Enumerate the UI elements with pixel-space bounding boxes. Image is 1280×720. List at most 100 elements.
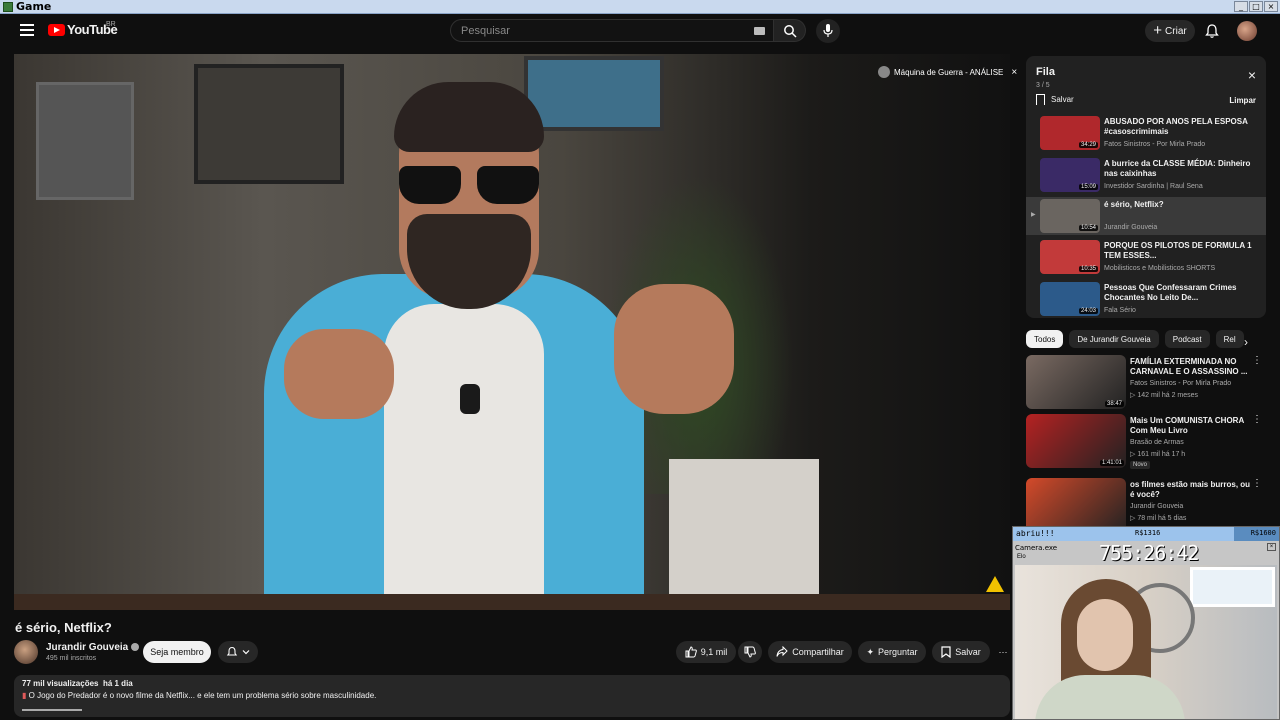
- recommendation-channel: Jurandir Gouveia: [1130, 503, 1184, 510]
- desk: [14, 594, 1010, 610]
- queue-item[interactable]: ▶ 10:54 é sério, Netflix? Jurandir Gouveia: [1026, 197, 1266, 235]
- queue-item[interactable]: 24:03 Pessoas Que Confessaram Crimes Choc…: [1026, 280, 1266, 318]
- queue-count: 3 / 5: [1036, 82, 1050, 89]
- account-avatar[interactable]: [1237, 21, 1257, 41]
- person-hand-right: [614, 284, 734, 414]
- menu-icon[interactable]: [20, 24, 34, 36]
- video-title: é sério, Netflix?: [15, 620, 112, 635]
- youtube-play-icon: [48, 23, 65, 36]
- notifications-bell-icon[interactable]: [1204, 23, 1220, 39]
- recommendation-item[interactable]: 1:41:01 Mais Um COMUNISTA CHORA Com Meu L…: [1026, 414, 1270, 472]
- save-button[interactable]: Salvar: [932, 641, 990, 663]
- chip[interactable]: Podcast: [1164, 330, 1210, 348]
- goal-current: R$1316: [1135, 529, 1161, 537]
- more-options-icon[interactable]: ⋮: [1252, 414, 1262, 425]
- person-hair: [394, 82, 544, 152]
- cabinet: [669, 459, 819, 599]
- channel-name[interactable]: Jurandir Gouveia: [46, 642, 140, 653]
- subscription-bell-button[interactable]: [218, 641, 258, 663]
- queue-item-title: é sério, Netflix?: [1104, 200, 1164, 209]
- recommendation-channel: Fatos Sinistros - Por Mirla Prado: [1130, 380, 1232, 387]
- sparkle-icon: ✦: [866, 646, 874, 657]
- webcam-feed: [1015, 565, 1277, 719]
- now-playing-icon: ▶: [1031, 212, 1036, 218]
- queue-close-icon[interactable]: ×: [1248, 68, 1256, 82]
- more-options-icon[interactable]: ⋮: [1252, 478, 1262, 489]
- queue-thumbnail: 15:09: [1040, 158, 1100, 192]
- queue-duration: 34:29: [1078, 142, 1098, 148]
- plus-icon: +: [1153, 22, 1163, 39]
- youtube-logo[interactable]: YouTube BR: [48, 21, 118, 37]
- queue-item-title: A burrice da CLASSE MÉDIA: Dinheiro nas …: [1104, 159, 1251, 178]
- queue-item[interactable]: 15:09 A burrice da CLASSE MÉDIA: Dinheiro…: [1026, 156, 1266, 194]
- create-label: Criar: [1165, 25, 1187, 37]
- close-window-button[interactable]: ×: [1264, 1, 1278, 12]
- stream-overlay: abriu!!! R$1316 R$1600 Camera.exe × Elo …: [1012, 526, 1280, 720]
- queue-item[interactable]: 34:29 ABUSADO POR ANOS PELA ESPOSA #casos…: [1026, 114, 1266, 152]
- search-placeholder: Pesquisar: [461, 24, 510, 37]
- join-button[interactable]: Seja membro: [143, 641, 211, 663]
- chip[interactable]: Todos: [1026, 330, 1064, 348]
- player-queue-indicator[interactable]: Máquina de Guerra - ANÁLISE ×: [878, 66, 1017, 78]
- more-options-icon[interactable]: ⋮: [1252, 355, 1262, 366]
- minimize-button[interactable]: _: [1234, 1, 1248, 12]
- dislike-button[interactable]: [738, 641, 762, 663]
- recommendation-channel: Brasão de Armas: [1130, 439, 1184, 446]
- channel-thumb-icon: [878, 66, 890, 78]
- recommendation-meta: ▷ 161 mil há 17 h: [1130, 451, 1186, 458]
- share-button[interactable]: Compartilhar: [768, 641, 852, 663]
- camera-close-icon: ×: [1267, 543, 1276, 551]
- like-button[interactable]: 9,1 mil: [676, 641, 736, 663]
- like-count: 9,1 mil: [700, 647, 728, 657]
- queue-thumbnail: 24:03: [1040, 282, 1100, 316]
- queue-thumbnail: 10:54: [1040, 199, 1100, 233]
- recommendation-thumbnail: 1:41:01: [1026, 414, 1126, 468]
- more-actions-button[interactable]: ···: [994, 641, 1012, 663]
- app-icon: [3, 1, 13, 12]
- queue-item-channel: Fala Sério: [1104, 307, 1136, 314]
- recommendation-item[interactable]: 38:47 FAMÍLIA EXTERMINADA NO CARNAVAL E O…: [1026, 355, 1270, 413]
- wall-plaque: [36, 82, 134, 200]
- maximize-button[interactable]: □: [1249, 1, 1263, 12]
- chevron-right-icon[interactable]: ›: [1244, 335, 1248, 349]
- save-label: Salvar: [955, 647, 981, 657]
- share-label: Compartilhar: [792, 647, 844, 657]
- queue-duration: 10:35: [1078, 266, 1098, 272]
- channel-avatar[interactable]: [14, 640, 38, 664]
- keyboard-icon[interactable]: [754, 27, 765, 35]
- search-input[interactable]: Pesquisar: [450, 19, 774, 42]
- recommendation-chips: Todos De Jurandir Gouveia Podcast Rel: [1026, 330, 1266, 350]
- description-box[interactable]: 77 mil visualizações há 1 dia ▮ O Jogo d…: [14, 675, 1010, 717]
- queue-item-channel: Investidor Sardinha | Raul Sena: [1104, 183, 1203, 190]
- queue-thumbnail: 10:35: [1040, 240, 1100, 274]
- search-button[interactable]: [774, 19, 806, 42]
- voice-search-button[interactable]: [816, 19, 840, 43]
- goal-max: R$1600: [1250, 529, 1276, 537]
- queue-item-title: ABUSADO POR ANOS PELA ESPOSA #casoscrimi…: [1104, 117, 1248, 136]
- warning-icon: [986, 576, 1004, 592]
- country-code: BR: [106, 21, 116, 28]
- create-button[interactable]: + Criar: [1145, 20, 1195, 42]
- queue-item[interactable]: 10:35 PORQUE OS PILOTOS DE FORMULA 1 TEM …: [1026, 238, 1266, 276]
- queue-clear-button[interactable]: Limpar: [1229, 96, 1256, 105]
- description-stats: 77 mil visualizações há 1 dia: [22, 679, 1002, 688]
- streamer-body: [1035, 675, 1185, 719]
- queue-save-button[interactable]: Salvar: [1036, 94, 1074, 105]
- queue-duration: 24:03: [1078, 308, 1098, 314]
- camera-subtitle: Elo: [1017, 554, 1026, 560]
- chip[interactable]: Rel: [1215, 330, 1244, 348]
- recommendation-duration: 38:47: [1104, 401, 1124, 407]
- queue-thumbnail: 34:29: [1040, 116, 1100, 150]
- window-title: Game: [16, 0, 52, 13]
- video-player[interactable]: [14, 54, 1010, 610]
- queue-save-label: Salvar: [1051, 95, 1074, 104]
- recommendation-title: os filmes estão mais burros, ou é você?: [1130, 480, 1251, 499]
- ask-button[interactable]: ✦ Perguntar: [858, 641, 926, 663]
- chip[interactable]: De Jurandir Gouveia: [1069, 330, 1159, 348]
- queue-item-title: PORQUE OS PILOTOS DE FORMULA 1 TEM ESSES…: [1104, 241, 1252, 260]
- share-icon: [776, 646, 788, 657]
- queue-duration: 15:09: [1078, 184, 1098, 190]
- wall-frame: [194, 64, 344, 184]
- thumbs-down-icon: [744, 646, 756, 658]
- close-icon[interactable]: ×: [1011, 67, 1017, 78]
